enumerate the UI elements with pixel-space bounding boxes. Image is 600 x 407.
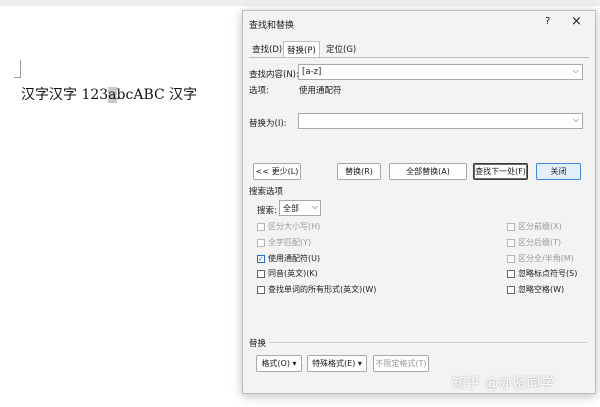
search-direction-select[interactable]: 全部 ⌵: [279, 200, 321, 216]
replace-section-title: 替换: [249, 339, 267, 349]
chevron-down-icon: ⌵: [311, 202, 318, 211]
checkbox[interactable]: [507, 222, 515, 231]
less-button[interactable]: << 更少(L): [253, 163, 301, 180]
checkbox[interactable]: [507, 285, 515, 294]
find-replace-dialog: 查找和替换 ? × 查找(D) 替换(P) 定位(G) 查找内容(N): [a-…: [242, 10, 596, 394]
option-match-prefix[interactable]: 区分前缀(X): [507, 221, 562, 232]
option-match-width[interactable]: 区分全/半角(M): [507, 253, 574, 264]
replace-all-button[interactable]: 全部替换(A): [389, 163, 467, 180]
search-direction-value: 全部: [283, 204, 299, 213]
tab-replace[interactable]: 替换(P): [283, 41, 320, 57]
option-label: 区分大小写(H): [268, 222, 321, 231]
option-label: 使用通配符(U): [268, 254, 321, 263]
option-label: 区分前缀(X): [518, 222, 562, 231]
tab-panel-border: [249, 57, 589, 58]
close-icon[interactable]: ×: [571, 14, 582, 29]
option-label: 忽略标点符号(S): [518, 269, 578, 278]
checkbox[interactable]: [507, 269, 515, 278]
checkbox[interactable]: [507, 254, 515, 263]
find-input-value: [a-z]: [302, 67, 322, 77]
no-formatting-button: 不限定格式(T): [373, 355, 429, 372]
option-whole-word[interactable]: 全字匹配(Y): [257, 237, 311, 248]
document-text-selection[interactable]: a: [108, 87, 117, 103]
find-next-button[interactable]: 查找下一处(F): [473, 163, 528, 180]
find-input[interactable]: [a-z] ⌵: [298, 64, 583, 80]
document-text-before: 汉字汉字 123: [21, 87, 109, 103]
check-icon[interactable]: ✓: [257, 254, 265, 263]
document-top-strip: [0, 0, 600, 6]
document-text-after: bcABC 汉字: [116, 87, 198, 103]
close-button[interactable]: 关闭: [536, 163, 581, 180]
chevron-down-icon[interactable]: ⌵: [573, 115, 579, 125]
chevron-down-icon[interactable]: ⌵: [573, 66, 579, 76]
option-sounds-like[interactable]: 同音(英文)(K): [257, 268, 318, 279]
option-all-word-forms[interactable]: 查找单词的所有形式(英文)(W): [257, 284, 376, 295]
options-label: 选项:: [249, 86, 269, 96]
dialog-titlebar[interactable]: 查找和替换 ? ×: [243, 11, 595, 37]
option-label: 区分全/半角(M): [518, 254, 574, 263]
option-label: 查找单词的所有形式(英文)(W): [268, 285, 377, 294]
search-options-title: 搜索选项: [249, 187, 284, 197]
option-label: 同音(英文)(K): [268, 269, 318, 278]
checkbox[interactable]: [257, 269, 265, 278]
option-label: 忽略空格(W): [518, 285, 565, 294]
replace-label: 替换为(I):: [249, 119, 287, 129]
watermark: 知乎 @亦贤同学: [452, 376, 555, 392]
option-label: 区分后缀(T): [518, 238, 562, 247]
page-margin-marker: [14, 60, 21, 78]
options-value: 使用通配符: [299, 86, 342, 96]
dialog-title: 查找和替换: [249, 21, 295, 31]
checkbox[interactable]: [257, 222, 265, 231]
option-use-wildcards[interactable]: ✓ 使用通配符(U): [257, 253, 320, 264]
replace-section-divider: [269, 342, 587, 343]
option-ignore-spaces[interactable]: 忽略空格(W): [507, 284, 564, 295]
replace-input[interactable]: ⌵: [298, 113, 583, 129]
option-ignore-punctuation[interactable]: 忽略标点符号(S): [507, 268, 577, 279]
option-label: 全字匹配(Y): [268, 238, 312, 247]
checkbox[interactable]: [507, 238, 515, 247]
help-icon[interactable]: ?: [545, 16, 550, 27]
option-match-case[interactable]: 区分大小写(H): [257, 221, 320, 232]
find-label: 查找内容(N):: [249, 70, 299, 80]
special-format-button[interactable]: 特殊格式(E) ▾: [307, 355, 367, 372]
checkbox[interactable]: [257, 238, 265, 247]
option-match-suffix[interactable]: 区分后缀(T): [507, 237, 561, 248]
document-text[interactable]: 汉字汉字 123abcABC 汉字: [21, 84, 197, 104]
checkbox[interactable]: [257, 285, 265, 294]
replace-button[interactable]: 替换(R): [337, 163, 381, 180]
format-button[interactable]: 格式(O) ▾: [256, 355, 302, 372]
tab-goto[interactable]: 定位(G): [323, 41, 359, 57]
search-direction-label: 搜索:: [257, 206, 277, 216]
tab-find[interactable]: 查找(D): [249, 41, 285, 57]
